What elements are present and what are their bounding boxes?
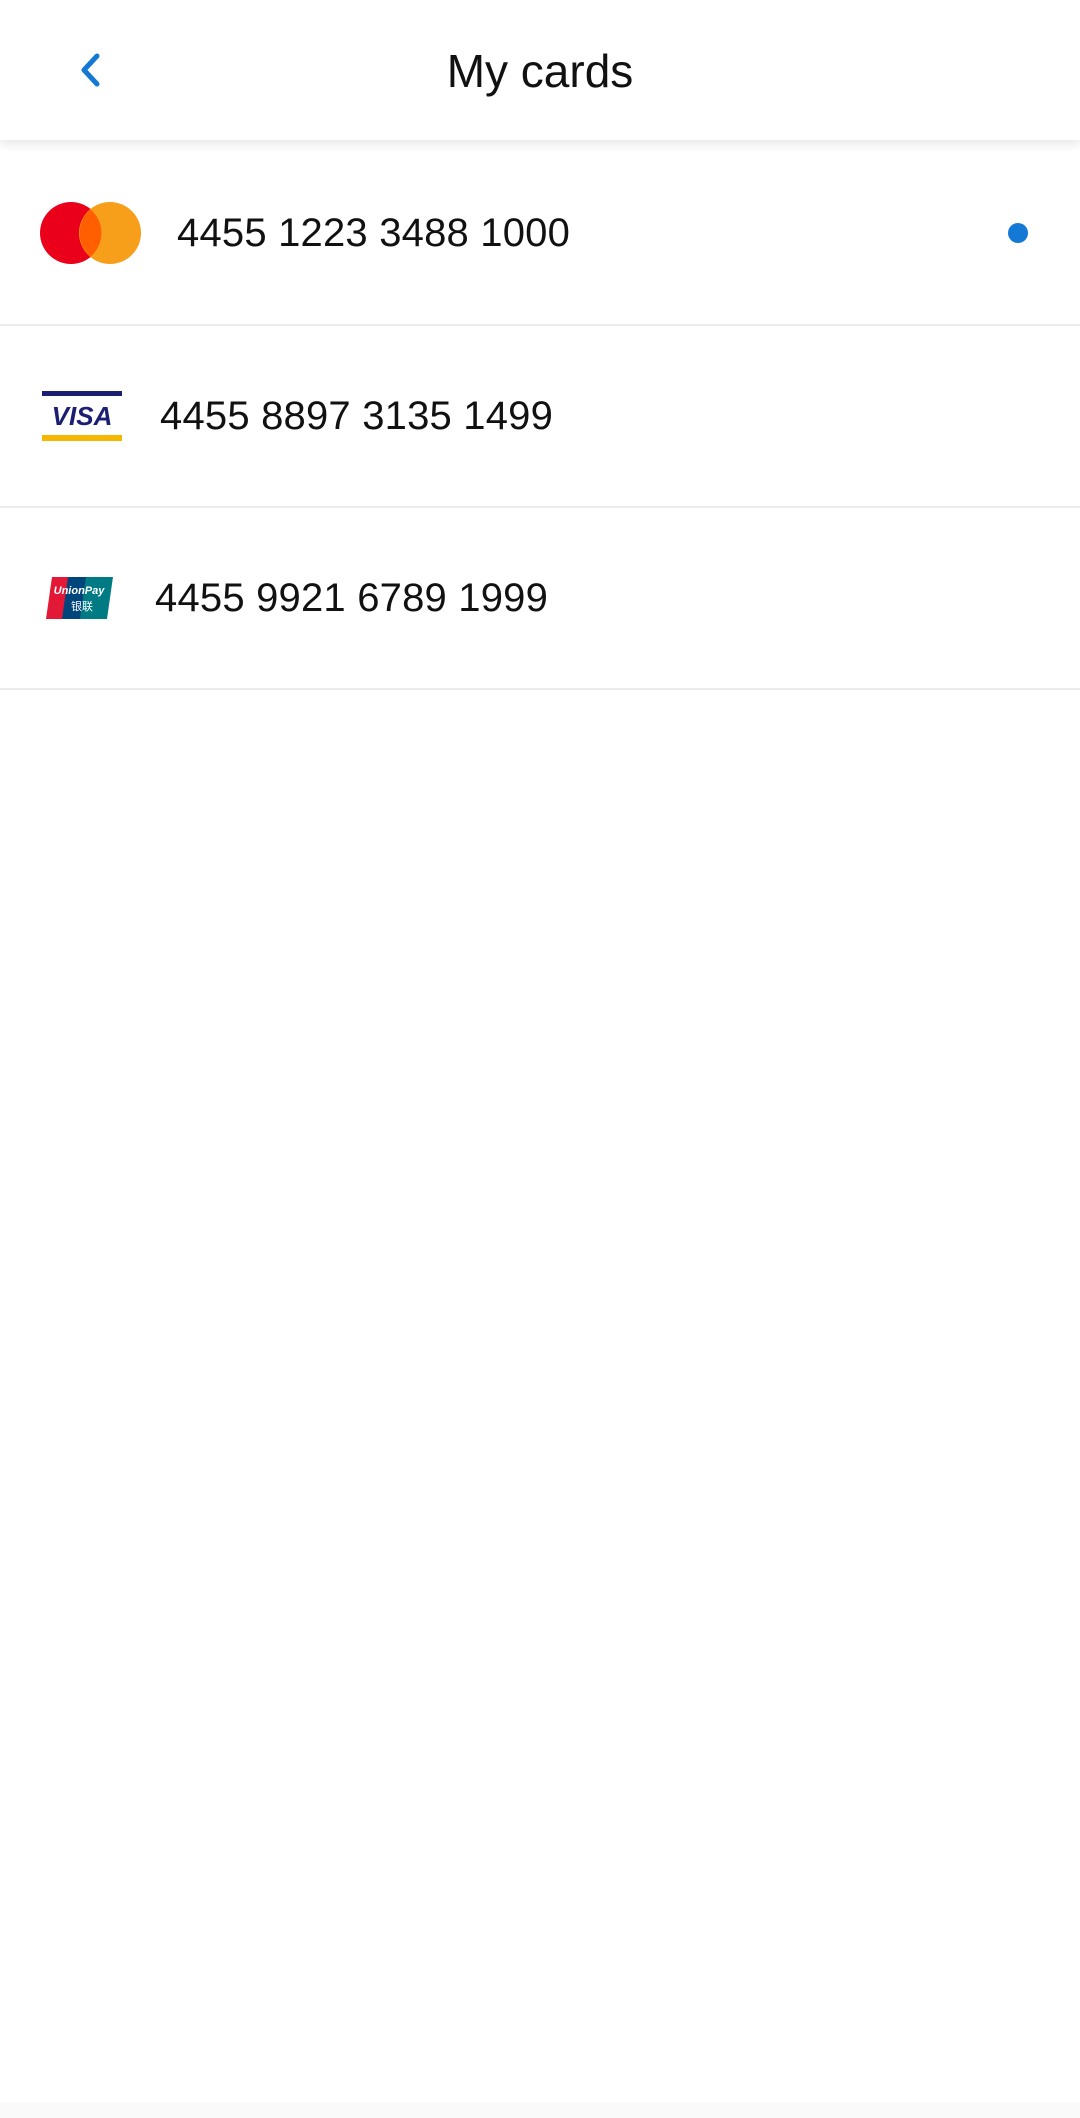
page-title: My cards [446, 45, 634, 97]
card-number: 4455 8897 3135 1499 [160, 393, 554, 438]
card-row-visa[interactable]: VISA 4455 8897 3135 1499 [0, 326, 1080, 508]
mastercard-logo-icon [40, 202, 141, 264]
chevron-left-icon [81, 53, 100, 87]
unionpay-logo-icon: UnionPay 银联 [46, 577, 113, 619]
card-row-unionpay[interactable]: UnionPay 银联 4455 9921 6789 1999 [0, 508, 1080, 690]
app-bar: My cards [0, 0, 1080, 140]
unionpay-logo-cn-text: 银联 [71, 599, 93, 613]
card-number: 4455 9921 6789 1999 [155, 575, 549, 620]
card-number: 4455 1223 3488 1000 [177, 210, 571, 255]
visa-logo-text: VISA [52, 401, 113, 431]
card-row-mastercard[interactable]: 4455 1223 3488 1000 [0, 142, 1080, 326]
bottom-edge [0, 2102, 1080, 2118]
card-list: 4455 1223 3488 1000 VISA 4455 8897 3135 … [0, 142, 1080, 690]
unionpay-logo-text: UnionPay [54, 585, 106, 597]
back-button[interactable] [66, 40, 114, 100]
visa-logo-icon: VISA [42, 391, 122, 441]
selected-indicator [1008, 223, 1028, 243]
